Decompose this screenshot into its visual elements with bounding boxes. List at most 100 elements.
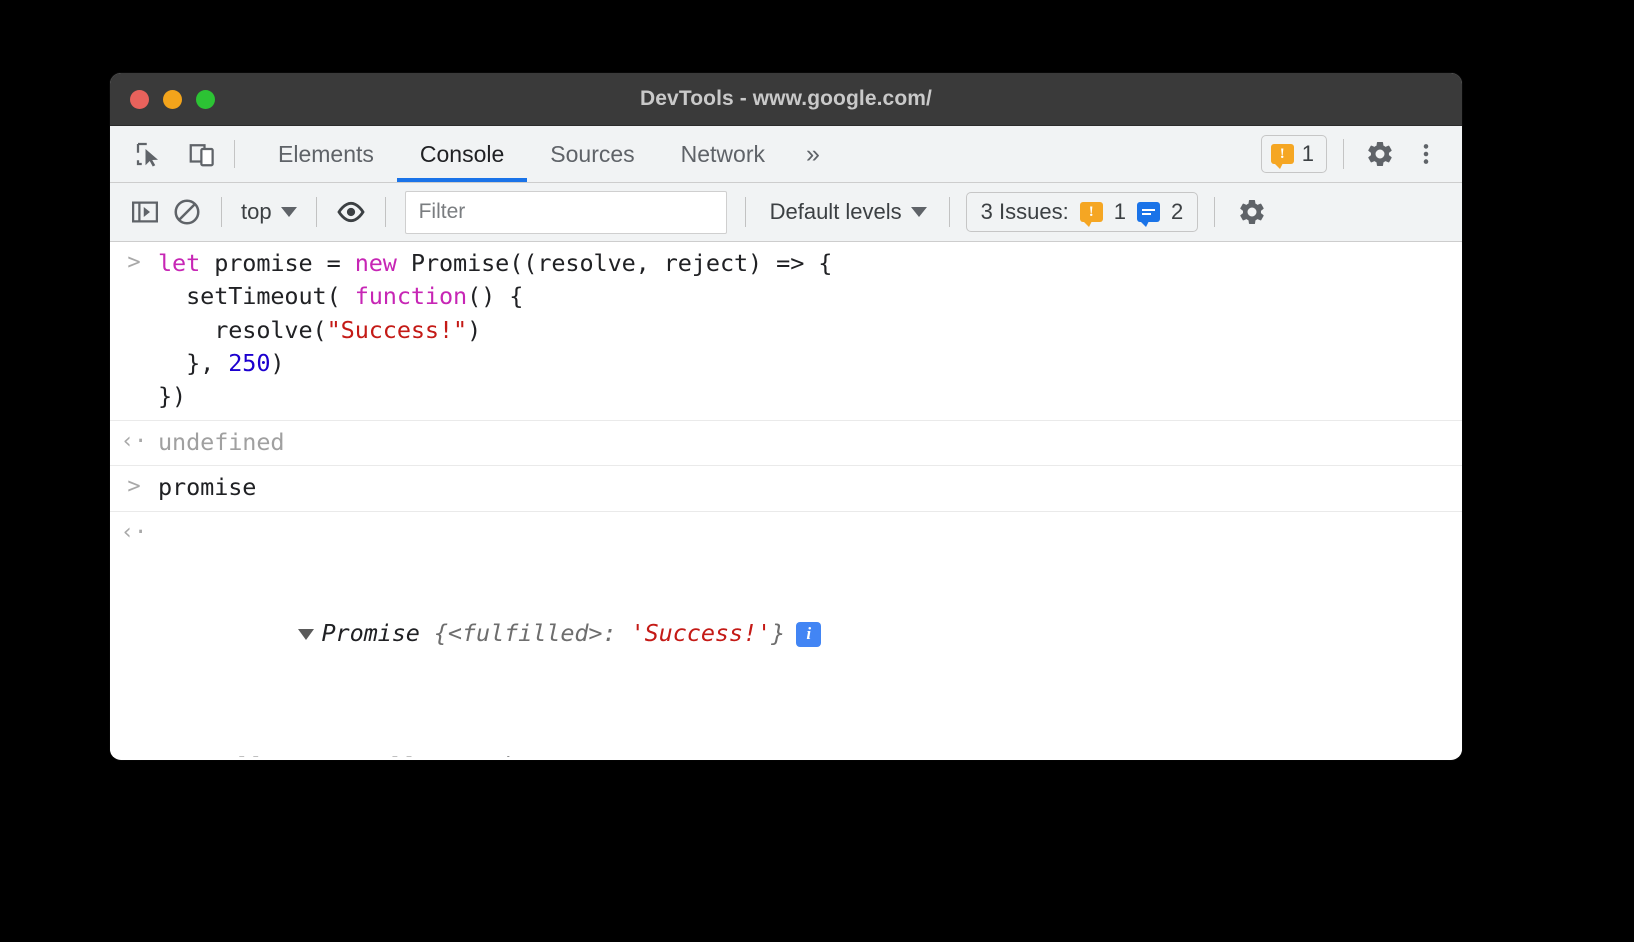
window-title: DevTools - www.google.com/ (640, 87, 932, 110)
device-toolbar-icon[interactable] (182, 134, 222, 174)
code-token: let (158, 249, 215, 277)
tab-network[interactable]: Network (658, 126, 788, 182)
panel-tabs: Elements Console Sources Network » (255, 126, 838, 182)
minimize-window-button[interactable] (163, 89, 182, 109)
issues-warning-count: 1 (1113, 199, 1126, 224)
devtools-tabbar: Elements Console Sources Network » ! 1 (110, 126, 1462, 183)
code-line: resolve("Success!") (158, 314, 1462, 347)
close-window-button[interactable] (130, 89, 149, 109)
clear-console-icon[interactable] (166, 191, 208, 233)
code-token: }, (158, 349, 229, 378)
tab-label: Elements (278, 140, 374, 167)
console-output-promise: ‹· Promise {<fulfilled>: 'Success!'} i [[… (110, 512, 1462, 757)
gear-icon[interactable] (1231, 191, 1273, 233)
warning-icon: ! (1079, 202, 1103, 227)
execution-context-label: top (241, 199, 272, 224)
console-code: promise (158, 471, 1462, 504)
code-token: Promise((resolve, reject) => { (410, 249, 833, 277)
issues-label: 3 Issues: (980, 199, 1069, 224)
console-code: let promise = new Promise((resolve, reje… (158, 247, 1462, 414)
tab-label: Console (419, 140, 505, 167)
inspect-element-icon[interactable] (128, 134, 168, 174)
vertical-dots-icon[interactable] (1406, 134, 1446, 174)
warning-count-chip[interactable]: ! 1 (1260, 135, 1327, 173)
console-toolbar: top Default levels 3 Issues: ! 1 2 (110, 183, 1462, 242)
tab-elements[interactable]: Elements (255, 126, 397, 182)
chevron-down-icon (910, 207, 927, 217)
promise-header-line[interactable]: Promise {<fulfilled>: 'Success!'} i (158, 583, 1462, 683)
code-token: setTimeout( (158, 282, 355, 311)
tab-label: Network (680, 140, 765, 167)
promise-value: 'Success!' (630, 618, 772, 647)
code-token: 250 (228, 349, 271, 378)
collapse-triangle-icon[interactable] (298, 628, 315, 640)
live-expression-eye-icon[interactable] (330, 191, 372, 233)
code-token: undefined (158, 427, 285, 456)
promise-object: Promise {<fulfilled>: 'Success!'} i [[Pro… (158, 517, 1462, 757)
code-token: "Success!" (326, 315, 468, 344)
warning-count: 1 (1301, 141, 1314, 166)
code-line: }) (158, 380, 1462, 413)
console-sidebar-icon[interactable] (124, 191, 166, 233)
execution-context-selector[interactable]: top (235, 199, 303, 225)
code-token: ) (467, 315, 482, 344)
window-titlebar: DevTools - www.google.com/ (110, 73, 1462, 126)
log-levels-label: Default levels (769, 199, 902, 224)
code-token: }) (158, 382, 187, 411)
toolbar-divider (1214, 197, 1216, 227)
output-gutter-marker: ‹· (120, 519, 148, 545)
filter-input[interactable] (404, 190, 727, 234)
tab-label: Sources (550, 140, 635, 167)
promise-property-prototype[interactable]: [[Prototype]]: Promise (158, 750, 1462, 757)
promise-close-brace: } (771, 618, 786, 647)
gear-icon[interactable] (1360, 134, 1400, 174)
toolbar-divider (948, 197, 950, 227)
code-line: let promise = new Promise((resolve, reje… (158, 247, 1462, 280)
tab-sources[interactable]: Sources (527, 126, 657, 182)
promise-class-name: Promise (321, 618, 420, 647)
traffic-lights (110, 89, 215, 109)
code-token: ) (270, 349, 285, 378)
tabbar-divider (234, 140, 235, 168)
toolbar-divider (221, 197, 222, 227)
code-token: () { (467, 282, 524, 311)
promise-mid: >: (588, 618, 631, 647)
tab-console[interactable]: Console (396, 126, 528, 182)
chevron-down-icon (280, 207, 297, 217)
issues-chip[interactable]: 3 Issues: ! 1 2 (965, 192, 1199, 232)
promise-state-tag: fulfilled (461, 618, 589, 647)
tabbar-divider (1343, 139, 1344, 169)
devtools-window: DevTools - www.google.com/ Elements Cons… (110, 73, 1462, 760)
tabbar-right-controls: ! 1 (1260, 126, 1462, 182)
input-gutter-marker: > (127, 474, 141, 500)
code-line: promise (158, 471, 1462, 504)
promise-open-brace: {< (419, 618, 462, 647)
code-line: setTimeout( function() { (158, 280, 1462, 313)
info-icon (1136, 202, 1160, 227)
log-levels-selector[interactable]: Default levels (764, 199, 933, 225)
console-code: undefined (158, 426, 1462, 459)
toolbar-divider (384, 197, 386, 227)
code-token: promise (158, 473, 257, 502)
code-token: promise = (214, 249, 355, 277)
code-line: }, 250) (158, 347, 1462, 380)
property-value: Promise (445, 752, 543, 757)
code-token: resolve( (158, 315, 327, 344)
code-token: function (354, 282, 468, 311)
info-icon[interactable]: i (796, 621, 822, 647)
code-token: new (354, 249, 411, 277)
issues-info-count: 2 (1170, 199, 1184, 224)
maximize-window-button[interactable] (196, 89, 215, 109)
code-line: undefined (158, 426, 1462, 459)
console-messages[interactable]: > let promise = new Promise((resolve, rej… (110, 242, 1462, 757)
tabbar-left-icons (110, 126, 222, 182)
input-gutter-marker: > (127, 250, 141, 275)
console-output-row: ‹· undefined (110, 421, 1462, 467)
toolbar-divider (744, 197, 746, 227)
property-separator: : (417, 752, 445, 757)
console-input-row: > promise (110, 466, 1462, 512)
more-tabs-chevron-icon[interactable]: » (788, 126, 838, 182)
toolbar-divider (315, 197, 317, 227)
warning-icon: ! (1270, 144, 1294, 169)
property-key: [[Prototype]] (234, 752, 417, 757)
